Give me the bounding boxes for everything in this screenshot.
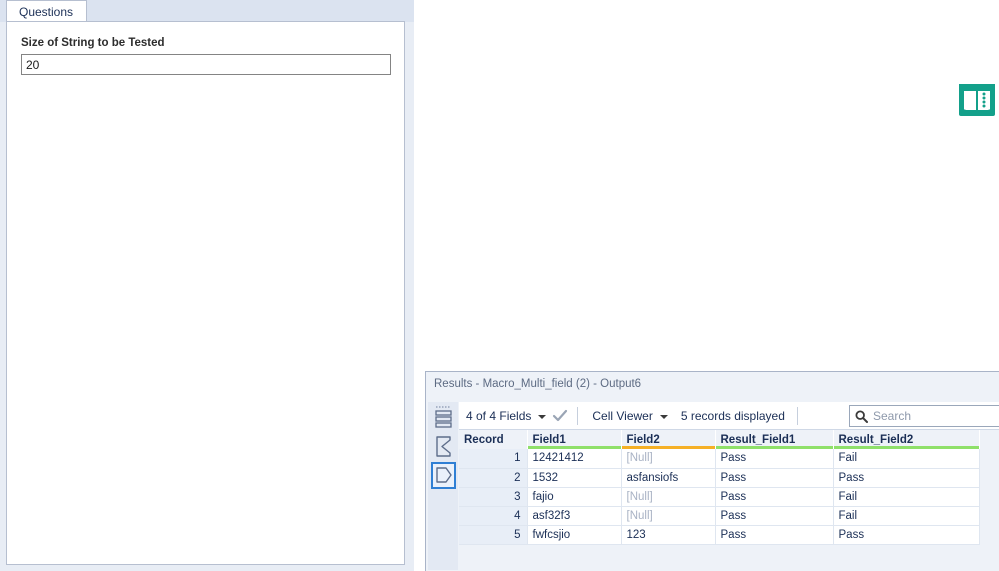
results-title: Results - Macro_Multi_field (2) - Output…	[426, 372, 999, 398]
book-icon	[955, 78, 999, 122]
toolbar-separator	[797, 407, 798, 425]
column-header-label: Record	[464, 434, 504, 446]
cell-field2[interactable]: 123	[621, 525, 715, 544]
questions-panel-body: Size of String to be Tested	[6, 21, 405, 565]
message-hexagon-icon[interactable]	[431, 462, 456, 489]
cell-viewer-label: Cell Viewer	[587, 409, 657, 423]
cell-result-field1[interactable]: Pass	[715, 468, 833, 487]
search-box[interactable]	[849, 405, 999, 427]
cell-result-field2[interactable]: Fail	[833, 449, 979, 468]
search-input[interactable]	[873, 409, 999, 423]
table-row[interactable]: 3fajio [Null] PassFail	[459, 487, 979, 506]
table-row[interactable]: 112421412 [Null] PassFail	[459, 449, 979, 468]
cell-field2[interactable]: asfansiofs	[621, 468, 715, 487]
column-type-underline	[716, 446, 833, 449]
cell-record[interactable]: 1	[459, 449, 527, 468]
null-value: [Null]	[627, 491, 653, 503]
data-grid-icon[interactable]	[431, 404, 456, 431]
column-header-label: Result_Field1	[721, 434, 796, 446]
column-type-underline	[622, 446, 715, 449]
table-header-row: Record Field1 Field2 Result_Field1	[459, 430, 979, 449]
cell-record[interactable]: 5	[459, 525, 527, 544]
results-toolbar: 4 of 4 Fields Cell Viewer 5 records disp…	[459, 402, 999, 430]
cell-field1[interactable]: 12421412	[527, 449, 621, 468]
string-size-input[interactable]	[21, 54, 391, 75]
tab-strip: Questions	[0, 0, 414, 22]
cell-record[interactable]: 2	[459, 468, 527, 487]
app-window: Questions Size of String to be Tested	[0, 0, 999, 571]
string-size-label: Size of String to be Tested	[21, 37, 165, 49]
sigma-icon[interactable]	[431, 433, 456, 460]
cell-field2[interactable]: [Null]	[621, 449, 715, 468]
chevron-down-icon	[660, 415, 668, 419]
column-header-result-field2[interactable]: Result_Field2	[833, 430, 979, 449]
cell-result-field2[interactable]: Fail	[833, 506, 979, 525]
table-row[interactable]: 21532asfansiofsPassPass	[459, 468, 979, 487]
cell-field1[interactable]: fwfcsjio	[527, 525, 621, 544]
cell-field1[interactable]: 1532	[527, 468, 621, 487]
column-header-field2[interactable]: Field2	[621, 430, 715, 449]
tab-questions[interactable]: Questions	[6, 0, 87, 22]
fields-selector[interactable]: 4 of 4 Fields	[459, 408, 570, 424]
results-view-rail	[428, 402, 458, 570]
cell-result-field2[interactable]: Pass	[833, 525, 979, 544]
cell-result-field1[interactable]: Pass	[715, 487, 833, 506]
cell-result-field1[interactable]: Pass	[715, 525, 833, 544]
chevron-down-icon	[538, 415, 546, 419]
cell-record[interactable]: 3	[459, 487, 527, 506]
column-type-underline	[528, 446, 621, 449]
column-header-record[interactable]: Record	[459, 430, 527, 449]
fields-label: 4 of 4 Fields	[461, 409, 536, 423]
cell-record[interactable]: 4	[459, 506, 527, 525]
results-table: Record Field1 Field2 Result_Field1	[459, 430, 980, 545]
cell-field1[interactable]: asf32f3	[527, 506, 621, 525]
results-table-body: 112421412[Null]PassFail21532asfansiofsPa…	[459, 449, 979, 544]
check-icon	[552, 408, 568, 424]
cell-field2[interactable]: [Null]	[621, 506, 715, 525]
column-header-label: Field2	[627, 434, 660, 446]
table-row[interactable]: 5fwfcsjio123PassPass	[459, 525, 979, 544]
null-value: [Null]	[627, 510, 653, 522]
toolbar-separator	[577, 407, 578, 425]
table-row[interactable]: 4asf32f3 [Null] PassFail	[459, 506, 979, 525]
cell-result-field1[interactable]: Pass	[715, 449, 833, 468]
column-type-underline	[834, 446, 979, 449]
column-header-label: Field1	[533, 434, 566, 446]
results-panel: Results - Macro_Multi_field (2) - Output…	[425, 371, 999, 571]
null-value: [Null]	[627, 452, 653, 464]
cell-result-field1[interactable]: Pass	[715, 506, 833, 525]
cell-field1[interactable]: fajio	[527, 487, 621, 506]
column-header-field1[interactable]: Field1	[527, 430, 621, 449]
cell-result-field2[interactable]: Pass	[833, 468, 979, 487]
cell-result-field2[interactable]: Fail	[833, 487, 979, 506]
search-icon	[855, 410, 868, 423]
column-header-result-field1[interactable]: Result_Field1	[715, 430, 833, 449]
text-input-node[interactable]	[955, 78, 999, 122]
cell-viewer-selector[interactable]: Cell Viewer	[585, 409, 675, 423]
configuration-panel: Questions Size of String to be Tested	[0, 0, 414, 571]
cell-field2[interactable]: [Null]	[621, 487, 715, 506]
column-header-label: Result_Field2	[839, 434, 914, 446]
records-displayed-label: 5 records displayed	[676, 409, 790, 423]
